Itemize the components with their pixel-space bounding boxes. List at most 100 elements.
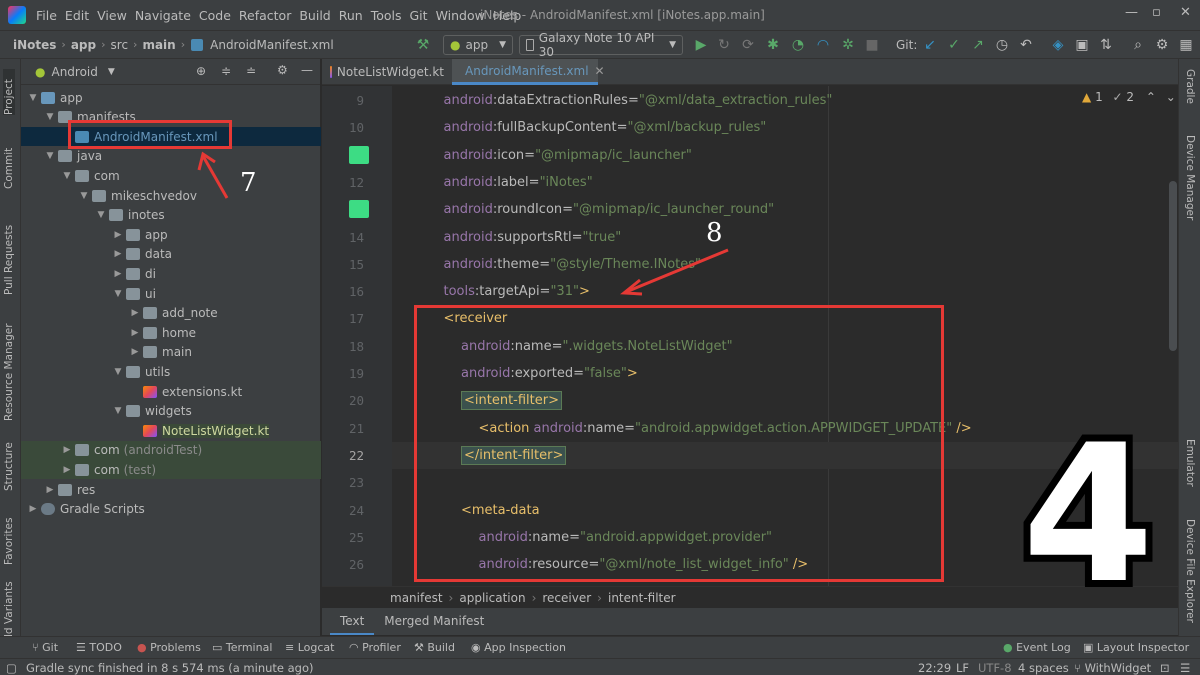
status-message[interactable]: Gradle sync finished in 8 s 574 ms (a mi… (26, 661, 314, 675)
git-commit-icon[interactable]: ✓ (946, 37, 962, 53)
inspection-widget[interactable]: ▲ 1 ✓ 2 ⌃ ⌄ (1082, 90, 1176, 104)
status-square-icon[interactable]: ▢ (6, 661, 17, 675)
chevron-right-icon[interactable]: ▶ (129, 328, 141, 338)
breadcrumb-project[interactable]: iNotes (10, 38, 59, 52)
close-icon[interactable]: ✕ (1180, 5, 1191, 20)
collapse-all-icon[interactable]: ≑ (221, 64, 231, 78)
toolwindow-event-log[interactable]: ● Event Log (1003, 641, 1071, 654)
tree-item[interactable]: ▼ com (21, 166, 321, 185)
chevron-right-icon[interactable]: ▶ (112, 249, 124, 259)
coverage-icon[interactable]: ◔ (790, 37, 806, 53)
menu-file[interactable]: File (32, 8, 61, 23)
project-view-select[interactable]: Android (51, 65, 97, 79)
maximize-icon[interactable]: ▫ (1152, 5, 1161, 20)
tab-device-file-explorer[interactable]: Device File Explorer (1184, 519, 1196, 623)
breadcrumb-item[interactable]: manifest (390, 591, 443, 605)
tab-favorites[interactable]: Favorites (3, 509, 15, 565)
tab-notelistwidget[interactable]: NoteListWidget.kt (322, 59, 452, 85)
menu-run[interactable]: Run (335, 8, 367, 23)
git-branch[interactable]: ⑂ WithWidget (1074, 661, 1151, 675)
tab-gradle[interactable]: Gradle (1184, 69, 1196, 104)
chevron-down-icon[interactable]: ▼ (44, 151, 56, 161)
locate-icon[interactable]: ⊕ (196, 64, 206, 78)
tree-item[interactable]: ▶ app (21, 225, 321, 244)
hammer-icon[interactable]: ⚒ (415, 37, 431, 53)
tree-item[interactable]: ▶ com (test) (21, 460, 321, 480)
device-manager-icon[interactable]: ▣ (1074, 37, 1090, 53)
breadcrumb-item[interactable]: receiver (542, 591, 591, 605)
hide-icon[interactable]: — (301, 63, 313, 77)
menu-tools[interactable]: Tools (367, 8, 406, 23)
tree-item[interactable]: extensions.kt (21, 382, 321, 401)
minimize-icon[interactable]: — (1125, 5, 1138, 20)
tree-item[interactable]: ▼ mikeschvedov (21, 186, 321, 205)
tree-item[interactable]: ▼ utils (21, 362, 321, 381)
git-push-icon[interactable]: ↗ (970, 37, 986, 53)
breadcrumb-src[interactable]: src (108, 38, 132, 52)
tab-project[interactable]: Project (3, 69, 15, 115)
toolwindow-problems[interactable]: ● Problems (137, 641, 201, 654)
chevron-right-icon[interactable]: ▶ (129, 308, 141, 318)
breadcrumb-main[interactable]: main (139, 38, 178, 52)
toolwindow-todo[interactable]: ☰ TODO (76, 641, 122, 654)
chevron-down-icon[interactable]: ▼ (108, 67, 115, 77)
profile-icon[interactable]: ◠ (815, 37, 831, 53)
toolwindow-logcat[interactable]: ≡ Logcat (285, 641, 334, 654)
memory-icon[interactable]: ☰ (1180, 661, 1190, 675)
chevron-right-icon[interactable]: ▶ (44, 485, 56, 495)
sdk-manager-icon[interactable]: ◈ (1050, 37, 1066, 53)
toolwindow-git[interactable]: ⑂ Git (32, 641, 58, 654)
tree-item[interactable]: ▶ di (21, 264, 321, 283)
attach-debugger-icon[interactable]: ✲ (840, 37, 856, 53)
tab-structure[interactable]: Structure (3, 431, 15, 491)
breadcrumb-file[interactable]: AndroidManifest.xml (207, 38, 337, 52)
chevron-up-icon[interactable]: ⌃ (1146, 90, 1156, 104)
account-icon[interactable]: ▦ (1178, 37, 1194, 53)
breadcrumb-item[interactable]: intent-filter (608, 591, 676, 605)
code-line[interactable]: android:supportsRtl="true" (444, 224, 622, 251)
tree-item[interactable]: ▶ data (21, 245, 321, 264)
chevron-down-icon[interactable]: ▼ (27, 93, 39, 103)
tree-item[interactable]: ▼ java (21, 147, 321, 166)
menu-code[interactable]: Code (195, 8, 235, 23)
tab-resource-manager[interactable]: Resource Manager (3, 309, 15, 421)
caret-position[interactable]: 22:29 (918, 661, 951, 675)
indent-setting[interactable]: 4 spaces (1018, 661, 1069, 675)
stop-icon[interactable]: ■ (864, 37, 880, 53)
launcher-icon-preview[interactable] (349, 200, 369, 219)
chevron-right-icon[interactable]: ▶ (61, 465, 73, 475)
menu-build[interactable]: Build (295, 8, 334, 23)
debug-icon[interactable]: ✱ (765, 37, 781, 53)
history-icon[interactable]: ◷ (994, 37, 1010, 53)
code-line[interactable]: android:dataExtractionRules="@xml/data_e… (444, 87, 833, 114)
tree-item[interactable]: ▼ ui (21, 284, 321, 303)
tab-commit[interactable]: Commit (3, 129, 15, 189)
menu-view[interactable]: View (93, 8, 131, 23)
toolwindow-app-inspection[interactable]: ◉ App Inspection (471, 641, 566, 654)
tree-item[interactable]: ▼ inotes (21, 206, 321, 225)
apply-code-changes-icon[interactable]: ⟳ (740, 37, 756, 53)
tree-item[interactable]: ▼ app (21, 88, 321, 107)
menu-edit[interactable]: Edit (61, 8, 93, 23)
chevron-right-icon[interactable]: ▶ (112, 269, 124, 279)
tab-emulator[interactable]: Emulator (1184, 439, 1196, 487)
menu-navigate[interactable]: Navigate (131, 8, 195, 23)
tree-item[interactable]: NoteListWidget.kt (21, 421, 321, 440)
chevron-down-icon[interactable]: ▼ (78, 191, 90, 201)
device-select[interactable]: Galaxy Note 10 API 30 ▼ (519, 31, 683, 59)
tab-build-variants[interactable]: ld Variants (3, 581, 15, 637)
lock-icon[interactable]: ⊡ (1160, 661, 1170, 675)
expand-all-icon[interactable]: ≐ (246, 64, 256, 78)
rollback-icon[interactable]: ↶ (1018, 37, 1034, 53)
run-icon[interactable]: ▶ (693, 37, 709, 53)
close-icon[interactable]: ✕ (595, 64, 605, 78)
tree-item[interactable]: ▶ Gradle Scripts (21, 500, 321, 519)
code-line[interactable]: android:fullBackupContent="@xml/backup_r… (444, 114, 767, 141)
toolwindow-profiler[interactable]: ◠ Profiler (349, 641, 401, 654)
menu-git[interactable]: Git (406, 8, 432, 23)
tab-device-manager[interactable]: Device Manager (1184, 135, 1196, 220)
apply-changes-icon[interactable]: ↻ (716, 37, 732, 53)
chevron-down-icon[interactable]: ⌄ (1166, 90, 1176, 104)
toolwindow-layout-inspector[interactable]: ▣ Layout Inspector (1083, 641, 1189, 654)
subtab-text[interactable]: Text (330, 608, 375, 635)
